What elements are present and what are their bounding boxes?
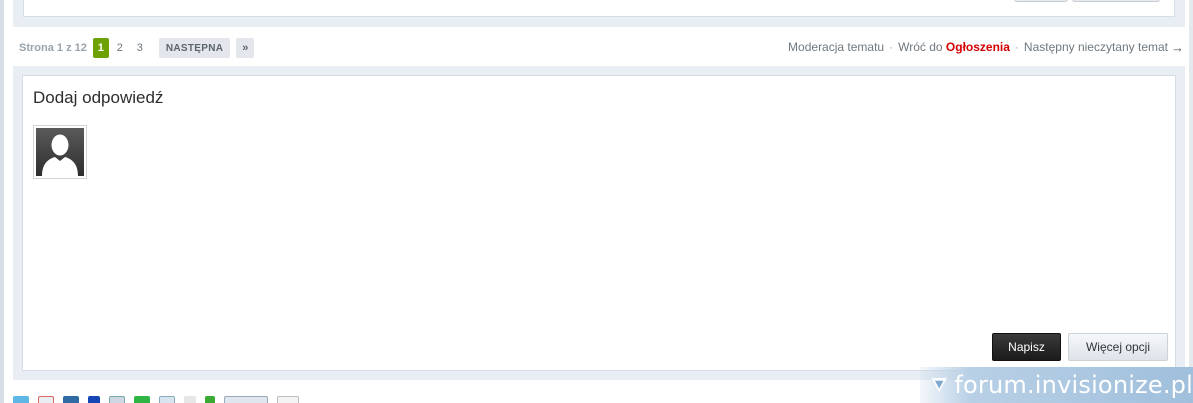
separator: · — [1014, 40, 1019, 54]
evernote-icon[interactable] — [134, 396, 150, 403]
topic-moderation-link[interactable]: Moderacja tematu — [788, 40, 884, 54]
separator: · — [889, 40, 894, 54]
default-avatar-icon — [36, 128, 84, 176]
more-options-button[interactable]: Więcej opcji — [1068, 333, 1168, 361]
previous-post-content — [23, 0, 1175, 17]
avatar — [33, 125, 87, 179]
page-link[interactable]: 2 — [111, 38, 129, 58]
reply-title: Dodaj odpowiedź — [33, 88, 164, 107]
digg-icon[interactable] — [88, 396, 100, 403]
google-icon[interactable] — [38, 396, 54, 403]
reply-panel: Dodaj odpowiedź Napisz Więcej opcji — [13, 66, 1185, 380]
blogger-icon[interactable] — [159, 396, 175, 403]
arrow-right-icon: → — [1171, 39, 1184, 55]
watermark-text: forum.invisionize.pl — [954, 371, 1193, 399]
right-border — [1189, 0, 1193, 403]
facebook-like-icon[interactable] — [224, 396, 268, 403]
print-icon[interactable] — [184, 396, 196, 403]
watermark: forum.invisionize.pl — [920, 367, 1193, 403]
reply-form: Dodaj odpowiedź Napisz Więcej opcji — [22, 75, 1176, 371]
submit-reply-button[interactable]: Napisz — [992, 333, 1061, 361]
previous-post-button[interactable] — [1014, 0, 1068, 2]
pagination: Strona 1 z 12 1 2 3 NASTĘPNA » — [19, 37, 255, 59]
back-to-forum-prefix[interactable]: Wróć do — [898, 40, 942, 54]
next-unread-topic-link[interactable]: Następny nieczytany temat — [1024, 40, 1168, 54]
plus-icon[interactable] — [205, 396, 215, 403]
previous-post-box — [13, 0, 1185, 27]
linkedin-icon[interactable] — [63, 396, 79, 403]
page-count-label: Strona 1 z 12 — [19, 42, 87, 54]
left-border — [0, 0, 4, 403]
gplus-icon[interactable] — [277, 396, 299, 403]
email-icon[interactable] — [109, 396, 125, 403]
twitter-icon[interactable] — [13, 396, 29, 403]
page-link-current[interactable]: 1 — [92, 38, 109, 58]
invisionize-logo-icon — [931, 377, 947, 393]
back-to-forum-link[interactable]: Ogłoszenia — [946, 40, 1010, 54]
next-page-button[interactable]: NASTĘPNA — [158, 38, 231, 58]
topic-navigation-links: Moderacja tematu · Wróć do Ogłoszenia · … — [788, 39, 1184, 55]
share-icons-row — [13, 396, 299, 403]
page-link[interactable]: 3 — [131, 38, 149, 58]
previous-post-button[interactable] — [1072, 0, 1160, 2]
last-page-button[interactable]: » — [236, 38, 255, 58]
